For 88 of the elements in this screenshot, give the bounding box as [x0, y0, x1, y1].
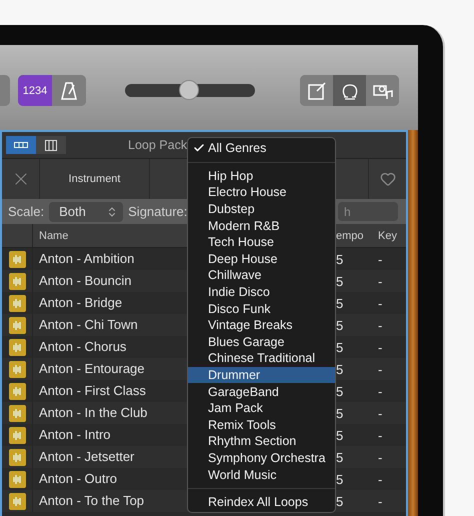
- view-button[interactable]: [333, 75, 366, 106]
- browser-title: Loop Pack: [128, 138, 188, 152]
- menu-item[interactable]: Symphony Orchestra: [188, 450, 335, 466]
- waveform-icon: [8, 338, 26, 356]
- tempo-cell-text: 5: [335, 450, 344, 464]
- tempo-cell-text: 5: [335, 472, 344, 486]
- waveform-icon: [8, 426, 26, 444]
- tempo-cell-text: 5: [335, 406, 344, 420]
- loop-icon: [340, 82, 358, 100]
- menu-item[interactable]: Dubstep: [188, 200, 335, 218]
- waveform-icon: [8, 250, 26, 268]
- tempo-cell-text: 5: [335, 274, 344, 288]
- menu-item[interactable]: Indie Disco: [188, 284, 335, 300]
- tempo-cell-text: 5: [335, 340, 344, 354]
- loop-name: Anton - Outro: [39, 471, 118, 486]
- tempo-cell-text: 5: [335, 362, 344, 376]
- loop-name: Anton - To the Top: [39, 493, 144, 508]
- waveform-icon: [8, 492, 26, 510]
- waveform-icon: [8, 404, 26, 422]
- column-header[interactable]: empo: [333, 230, 372, 242]
- signature-label: Signature:: [128, 204, 188, 219]
- metronome-icon: [61, 82, 77, 100]
- loop-name: Anton - Bouncin: [39, 273, 132, 288]
- tempo-cell-text: 5: [335, 252, 344, 266]
- tempo-cell-text: 5: [335, 384, 344, 398]
- tempo-cell-text: 5: [335, 318, 344, 332]
- key-cell-text: -: [377, 494, 384, 508]
- key-cell-text: -: [377, 318, 384, 332]
- slider-thumb[interactable]: [178, 80, 199, 100]
- columns-icon: [45, 140, 57, 150]
- loop-name: Anton - Chi Town: [39, 317, 138, 332]
- loop-name: Anton - Intro: [39, 427, 111, 442]
- key-cell-text: -: [377, 296, 384, 310]
- menu-item[interactable]: World Music: [188, 466, 335, 483]
- scale-select[interactable]: Both: [49, 202, 124, 222]
- checkmark-icon: [193, 142, 205, 154]
- scale-label: Scale:: [8, 204, 44, 219]
- key-cell-text: -: [377, 252, 384, 266]
- loop-name: Anton - Entourage: [39, 361, 145, 376]
- menu-item[interactable]: Modern R&B: [188, 217, 335, 234]
- key-cell-text: -: [377, 428, 384, 442]
- menu-item[interactable]: Reindex All Loops: [188, 494, 335, 510]
- menu-item[interactable]: Jam Pack: [188, 400, 335, 416]
- search-field[interactable]: h: [338, 202, 398, 221]
- view-mode-button[interactable]: [36, 136, 66, 154]
- menu-item[interactable]: Vintage Breaks: [188, 316, 335, 334]
- loop-name: Anton - In the Club: [39, 405, 148, 420]
- count-in-button[interactable]: 1234: [18, 75, 52, 106]
- waveform-icon: [8, 316, 26, 334]
- menu-item[interactable]: Hip Hop: [188, 168, 335, 184]
- tempo-cell-text: 5: [335, 296, 344, 310]
- key-cell-text: -: [377, 406, 384, 420]
- loop-name: Anton - Ambition: [39, 251, 134, 266]
- menu-item[interactable]: Deep House: [188, 250, 335, 268]
- key-cell-text: -: [377, 450, 384, 464]
- menu-item[interactable]: Rhythm Section: [188, 433, 335, 450]
- column-header[interactable]: Key: [372, 230, 406, 242]
- menu-item[interactable]: Remix Tools: [188, 416, 335, 434]
- menu-item[interactable]: Drummer: [188, 366, 335, 384]
- loop-name: Anton - Chorus: [39, 339, 126, 354]
- button-grid-icon: [14, 142, 28, 148]
- key-cell-text: -: [377, 384, 384, 398]
- waveform-icon: [8, 360, 26, 378]
- waveform-icon: [8, 382, 26, 400]
- waveform-icon: [8, 448, 26, 466]
- key-cell-text: -: [377, 362, 384, 376]
- menu-item[interactable]: Blues Garage: [188, 334, 335, 350]
- note-pad-icon: [308, 82, 326, 100]
- tempo-cell-text: 5: [335, 428, 344, 442]
- menu-item[interactable]: Tech House: [188, 234, 335, 251]
- loop-name: Anton - Bridge: [39, 295, 122, 310]
- view-mode-button[interactable]: [6, 136, 36, 154]
- waveform-icon: [8, 294, 26, 312]
- key-cell-text: -: [377, 274, 384, 288]
- menu-item[interactable]: Disco Funk: [188, 300, 335, 317]
- tempo-cell-text: 5: [335, 494, 344, 508]
- heart-icon: [380, 171, 396, 187]
- waveform-icon: [8, 272, 26, 290]
- key-cell-text: -: [377, 340, 384, 354]
- menu-item[interactable]: Chillwave: [188, 267, 335, 284]
- menu-item[interactable]: Electro House: [188, 184, 335, 201]
- loop-name: Anton - Jetsetter: [39, 449, 134, 464]
- key-cell-text: -: [377, 472, 384, 486]
- waveform-icon: [8, 470, 26, 488]
- menu-item[interactable]: GarageBand: [188, 383, 335, 400]
- loop-name: Anton - First Class: [39, 383, 146, 398]
- menu-item[interactable]: Chinese Traditional: [188, 350, 335, 367]
- menu-item[interactable]: All Genres: [188, 140, 335, 157]
